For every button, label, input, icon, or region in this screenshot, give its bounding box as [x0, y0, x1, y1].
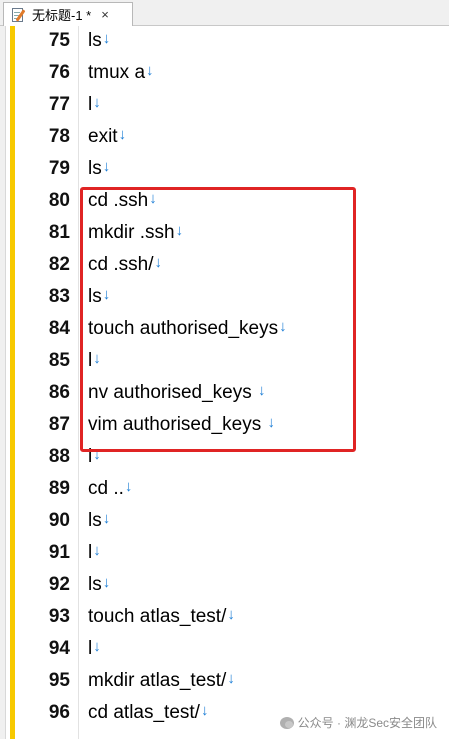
line-number: 85 [48, 350, 70, 371]
line-text[interactable]: touch atlas_test/↓ [88, 606, 235, 628]
line-number: 91 [48, 542, 70, 563]
line-number: 94 [48, 638, 70, 659]
editor-line[interactable]: 91 l↓ [0, 538, 449, 570]
line-number: 76 [48, 62, 70, 83]
line-break-icon: ↓ [146, 62, 154, 79]
line-text[interactable]: mkdir atlas_test/↓ [88, 670, 235, 692]
editor-line[interactable]: 92 ls↓ [0, 570, 449, 602]
close-icon[interactable]: × [101, 8, 109, 21]
line-number: 93 [48, 606, 70, 627]
line-number: 96 [48, 702, 70, 723]
line-content: touch atlas_test/ [88, 606, 227, 627]
line-break-icon: ↓ [102, 574, 111, 591]
line-number: 89 [48, 478, 70, 499]
tab-untitled-1[interactable]: 无标题-1 * × [3, 2, 133, 26]
editor-line[interactable]: 79 ls↓ [0, 154, 449, 186]
text-editor[interactable]: 75 ls↓ 76 tmux a↓ 77 l↓ 78 exit↓ 79 ls↓ 80 cd .ssh↓… [0, 26, 449, 739]
line-content: l [88, 542, 93, 563]
line-number: 80 [48, 190, 70, 211]
line-content: ls [88, 158, 102, 179]
line-content: cd atlas_test/ [88, 702, 200, 723]
editor-line[interactable]: 95 mkdir atlas_test/↓ [0, 666, 449, 698]
line-content: l [88, 94, 93, 115]
watermark: 公众号 · 渊龙Sec安全团队 [279, 714, 437, 731]
line-number: 87 [48, 414, 70, 435]
line-break-icon: ↓ [124, 478, 133, 495]
line-text[interactable]: l↓ [88, 94, 101, 116]
line-number: 90 [48, 510, 70, 531]
line-break-icon: ↓ [93, 638, 101, 655]
line-number: 83 [48, 286, 70, 307]
editor-line[interactable]: 78 exit↓ [0, 122, 449, 154]
line-content: exit [88, 126, 118, 147]
editor-line[interactable]: 90 ls↓ [0, 506, 449, 538]
highlight-box [80, 187, 356, 452]
editor-line[interactable]: 93 touch atlas_test/↓ [0, 602, 449, 634]
line-text[interactable]: ls↓ [88, 574, 110, 596]
tab-title: 无标题-1 * [32, 8, 92, 23]
line-text[interactable]: l↓ [88, 638, 101, 660]
line-content: mkdir atlas_test/ [88, 670, 227, 691]
line-content: ls [88, 510, 102, 531]
line-text[interactable]: l↓ [88, 542, 101, 564]
line-number: 79 [48, 158, 70, 179]
editor-line[interactable]: 89 cd ..↓ [0, 474, 449, 506]
line-text[interactable]: ls↓ [88, 30, 110, 52]
document-edit-icon [10, 7, 26, 23]
editor-line[interactable]: 76 tmux a↓ [0, 58, 449, 90]
line-text[interactable]: cd atlas_test/↓ [88, 702, 208, 724]
watermark-text: 公众号 · 渊龙Sec安全团队 [297, 716, 437, 730]
line-text[interactable]: ls↓ [88, 510, 110, 532]
line-content: l [88, 638, 93, 659]
editor-line[interactable]: 94 l↓ [0, 634, 449, 666]
line-number: 81 [48, 222, 70, 243]
line-break-icon: ↓ [102, 510, 111, 527]
tab-bar: 无标题-1 * × [0, 0, 449, 26]
line-break-icon: ↓ [118, 126, 127, 143]
line-text[interactable]: ls↓ [88, 158, 110, 180]
line-number: 88 [48, 446, 70, 467]
line-break-icon: ↓ [93, 94, 101, 111]
line-text[interactable]: tmux a↓ [88, 62, 154, 84]
line-number: 84 [48, 318, 70, 339]
line-number: 78 [48, 126, 70, 147]
line-number: 86 [48, 382, 70, 403]
line-break-icon: ↓ [200, 702, 209, 719]
line-number: 82 [48, 254, 70, 275]
line-content: ls [88, 574, 102, 595]
line-number: 95 [48, 670, 70, 691]
line-break-icon: ↓ [227, 670, 235, 687]
line-break-icon: ↓ [102, 158, 111, 175]
line-break-icon: ↓ [102, 30, 111, 47]
editor-line[interactable]: 75 ls↓ [0, 26, 449, 58]
line-text[interactable]: exit↓ [88, 126, 126, 148]
line-text[interactable]: cd ..↓ [88, 478, 132, 500]
line-content: ls [88, 30, 102, 51]
line-number: 92 [48, 574, 70, 595]
line-number: 77 [48, 94, 70, 115]
line-content: cd .. [88, 478, 124, 499]
line-number: 75 [48, 30, 70, 51]
line-break-icon: ↓ [93, 542, 101, 559]
line-content: tmux a [88, 62, 146, 83]
wechat-icon [279, 716, 294, 729]
editor-line[interactable]: 77 l↓ [0, 90, 449, 122]
line-break-icon: ↓ [227, 606, 235, 623]
